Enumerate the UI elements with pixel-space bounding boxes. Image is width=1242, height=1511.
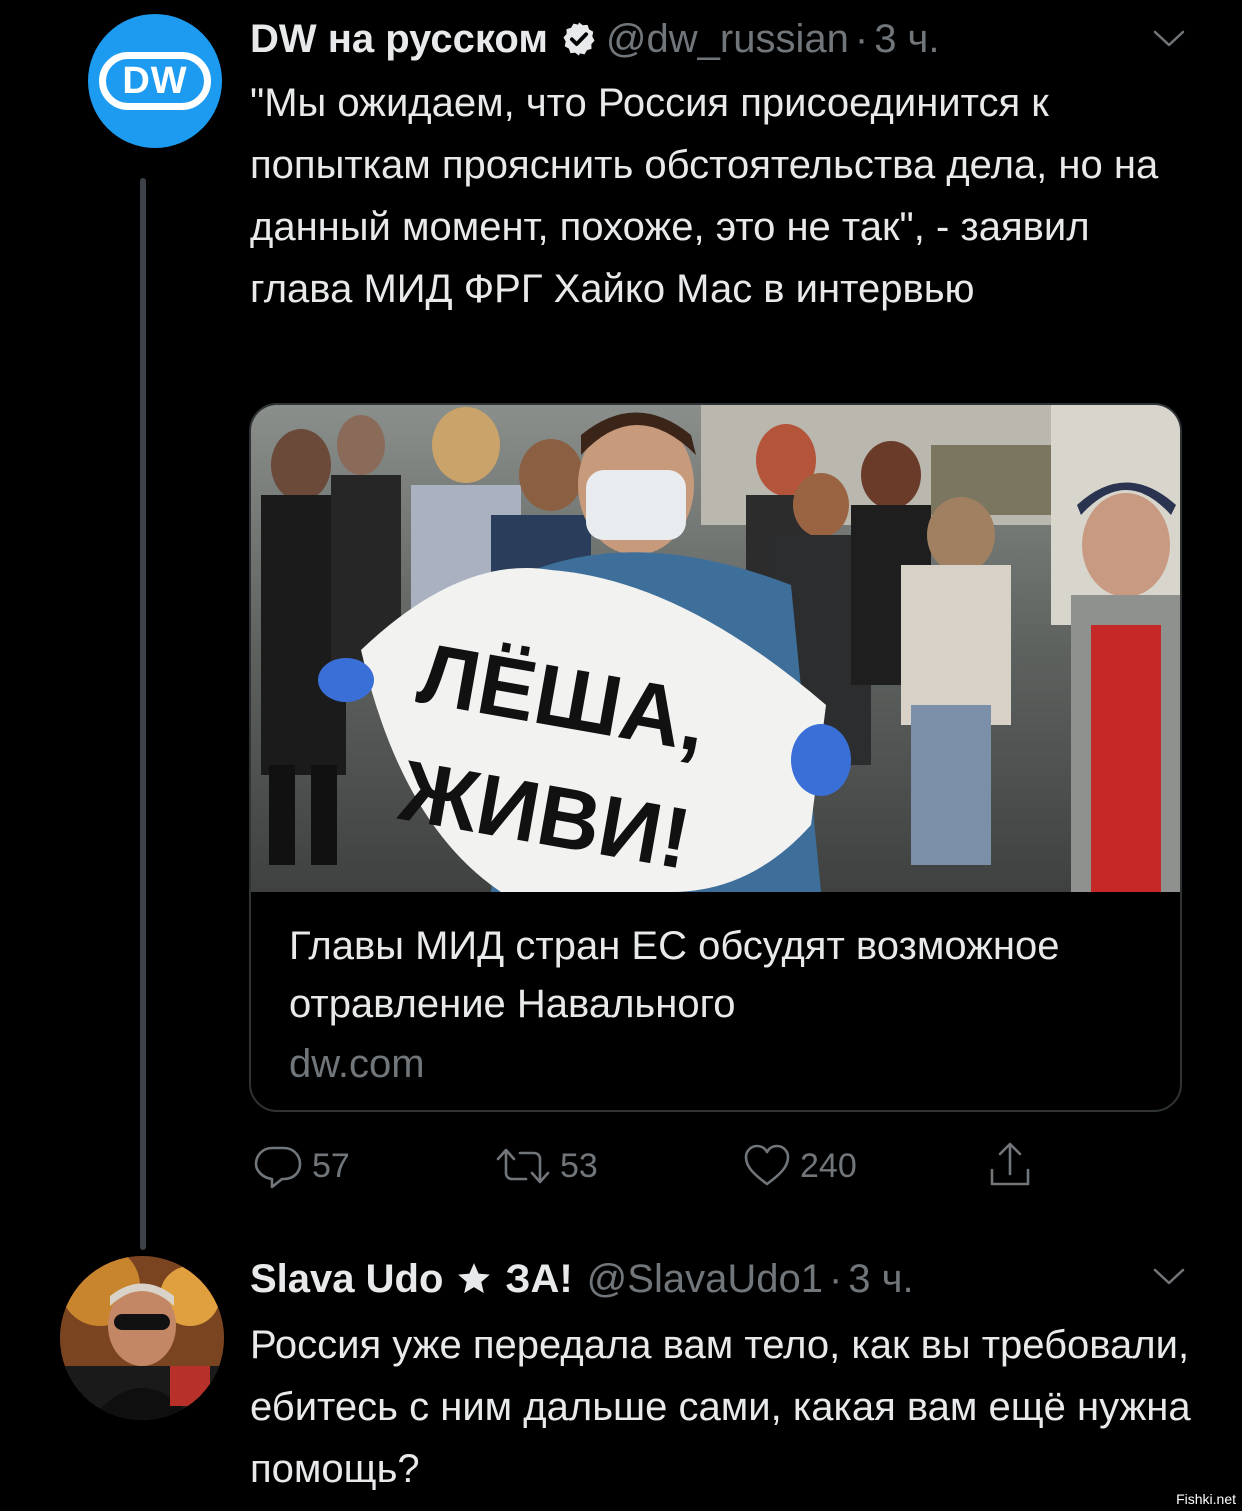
card-domain[interactable]: dw.com: [289, 1035, 425, 1093]
dw-logo-ring: DW: [99, 52, 211, 110]
share-icon: [990, 1142, 1030, 1186]
protest-photo: ЛЁША, ЖИВИ!: [251, 405, 1180, 892]
separator-dot: ·: [828, 1256, 843, 1301]
dw-logo-text: DW: [122, 59, 188, 102]
tweet-time[interactable]: 3 ч.: [848, 1257, 913, 1302]
link-preview-card[interactable]: ЛЁША, ЖИВИ! Главы МИД стран ЕС обсудят в…: [249, 403, 1182, 1112]
author-name[interactable]: DW на русском: [250, 17, 548, 62]
tweet-time[interactable]: 3 ч.: [874, 17, 939, 62]
watermark: Fishki.net: [1176, 1491, 1236, 1507]
tweet1-header: DW на русском @dw_russian · 3 ч.: [250, 14, 940, 64]
dw-avatar[interactable]: DW: [88, 14, 222, 148]
tweet1-actions: 57 53 240: [250, 1138, 1050, 1194]
slava-avatar[interactable]: [60, 1256, 224, 1420]
verified-badge-icon: [560, 20, 598, 58]
retweet-button[interactable]: 53: [494, 1138, 598, 1194]
author-name[interactable]: Slava Udo: [250, 1257, 443, 1302]
chevron-down-icon[interactable]: [1152, 28, 1186, 50]
retweet-count: 53: [560, 1146, 598, 1185]
avatar-photo: [60, 1256, 224, 1420]
tweet1-text: "Мы ожидаем, что Россия присоединится к …: [250, 81, 1159, 311]
tweet2-text: Россия уже передала вам тело, как вы тре…: [250, 1323, 1191, 1491]
card-image[interactable]: ЛЁША, ЖИВИ!: [251, 405, 1180, 892]
thread-connector-line: [140, 178, 146, 1250]
tweet2-header: Slava Udo ЗА! @SlavaUdo1 · 3 ч.: [250, 1252, 914, 1306]
card-title[interactable]: Главы МИД стран ЕС обсудят возможное отр…: [289, 917, 1149, 1033]
reply-button[interactable]: 57: [252, 1138, 350, 1194]
retweet-icon: [496, 1148, 550, 1184]
chevron-down-icon[interactable]: [1152, 1266, 1186, 1288]
star-icon: [455, 1260, 493, 1298]
like-button[interactable]: 240: [742, 1138, 857, 1194]
like-count: 240: [800, 1146, 857, 1185]
reply-icon: [254, 1146, 302, 1189]
reply-count: 57: [312, 1146, 350, 1185]
separator-dot: ·: [854, 16, 869, 61]
author-handle[interactable]: @dw_russian: [606, 17, 849, 62]
share-button[interactable]: [986, 1138, 1042, 1194]
like-icon: [744, 1144, 790, 1186]
author-handle[interactable]: @SlavaUdo1: [587, 1257, 823, 1302]
author-name-suffix[interactable]: ЗА!: [505, 1257, 572, 1302]
